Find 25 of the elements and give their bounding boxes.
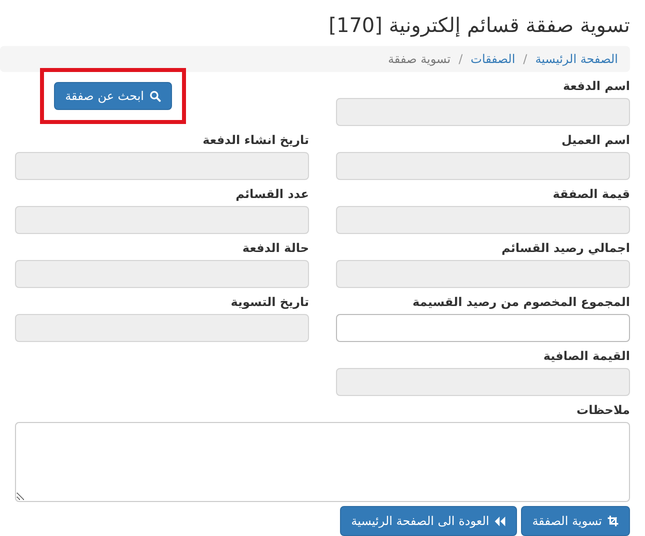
field-label: حالة الدفعة: [241, 240, 309, 256]
page-title: تسوية صفقة قسائم إلكترونية [170]: [328, 12, 630, 38]
field-label: اسم العميل: [560, 132, 630, 148]
field-label: ملاحظات: [576, 402, 630, 418]
field-label: اجمالي رصيد القسائم: [500, 240, 630, 256]
field-label: تاريخ انشاء الدفعة: [202, 132, 309, 148]
crop-icon: [607, 515, 619, 527]
field-label: المجموع المخصوم من رصيد القسيمة: [412, 294, 630, 310]
search-button[interactable]: ابحث عن صفقة: [54, 82, 172, 110]
action-button[interactable]: العودة الى الصفحة الرئيسية: [340, 506, 518, 536]
search-icon: [149, 90, 161, 102]
input-field[interactable]: [336, 314, 630, 342]
breadcrumb-separator: /: [458, 51, 463, 68]
field-label: تاريخ التسوية: [230, 294, 309, 310]
field-label: عدد القسائم: [234, 186, 309, 202]
rewind-icon: [494, 515, 506, 527]
breadcrumb-separator: /: [523, 51, 528, 68]
field-label: اسم الدفعة: [562, 78, 630, 94]
action-button[interactable]: تسوية الصفقة: [521, 506, 630, 536]
notes-textarea[interactable]: [15, 422, 630, 502]
breadcrumb-link[interactable]: الصفحة الرئيسية: [535, 50, 618, 68]
field-label: قيمة الصفقة: [552, 186, 630, 202]
breadcrumb-current: تسوية صفقة: [388, 51, 451, 68]
field-label: القيمة الصافية: [542, 348, 630, 364]
breadcrumb-link[interactable]: الصفقات: [470, 50, 516, 68]
